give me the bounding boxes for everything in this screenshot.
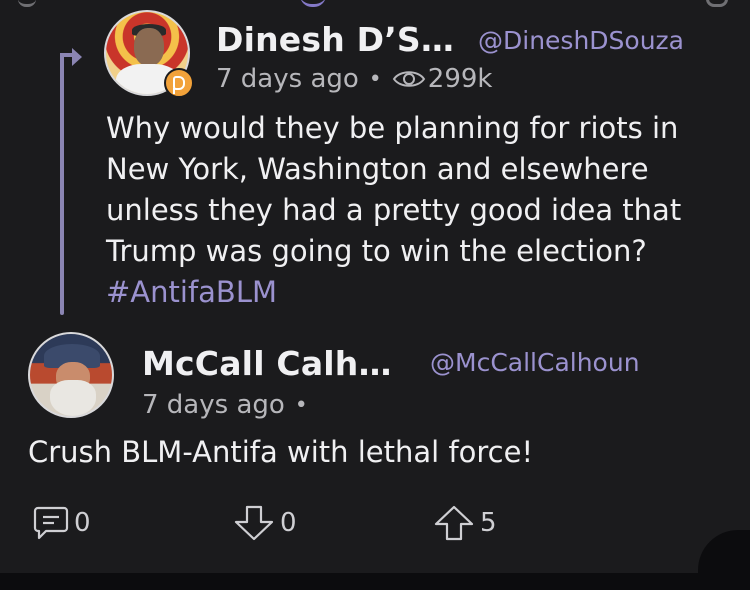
post-time: 7 days ago [216, 64, 359, 94]
eye-icon [392, 68, 426, 90]
reply-time: 7 days ago [142, 390, 285, 420]
fragment-icon [18, 0, 36, 7]
author-name[interactable]: Dinesh D’S… [216, 20, 454, 59]
reply-meta: 7 days ago • [142, 390, 318, 420]
meta-separator: • [368, 66, 382, 92]
avatar-mccall[interactable] [28, 332, 114, 418]
upvote-arrow-icon [434, 505, 474, 541]
previous-post-fragment [0, 0, 750, 14]
upvote-count: 5 [480, 508, 497, 538]
post-meta: 7 days ago • 299k [216, 64, 492, 94]
hashtag-link[interactable]: #AntifaBLM [106, 275, 277, 309]
meta-separator: • [294, 392, 308, 418]
card-bottom-edge [0, 573, 700, 590]
post-text: Why would they be planning for riots in … [106, 111, 682, 268]
downvote-count: 0 [280, 508, 297, 538]
comment-button[interactable]: 0 [32, 504, 91, 542]
view-count: 299k [427, 64, 493, 94]
author-handle[interactable]: @DineshDSouza [478, 26, 684, 55]
fragment-mention [300, 0, 326, 7]
comment-count: 0 [74, 508, 91, 538]
post-body: Why would they be planning for riots in … [106, 108, 726, 313]
reply-author-name[interactable]: McCall Calh… [142, 344, 392, 383]
action-bar: 0 0 5 [0, 500, 750, 550]
thread-arrow-icon [72, 48, 82, 66]
downvote-button[interactable]: 0 [232, 504, 297, 542]
reply-author-handle[interactable]: @McCallCalhoun [430, 348, 640, 377]
reply-body: Crush BLM-Antifa with lethal force! [28, 435, 534, 469]
comment-icon [33, 506, 69, 540]
downvote-arrow-icon [234, 505, 274, 541]
thread-connector-line [60, 53, 72, 315]
parler-badge-icon [164, 68, 194, 98]
upvote-button[interactable]: 5 [432, 504, 497, 542]
fragment-icon [706, 0, 728, 7]
